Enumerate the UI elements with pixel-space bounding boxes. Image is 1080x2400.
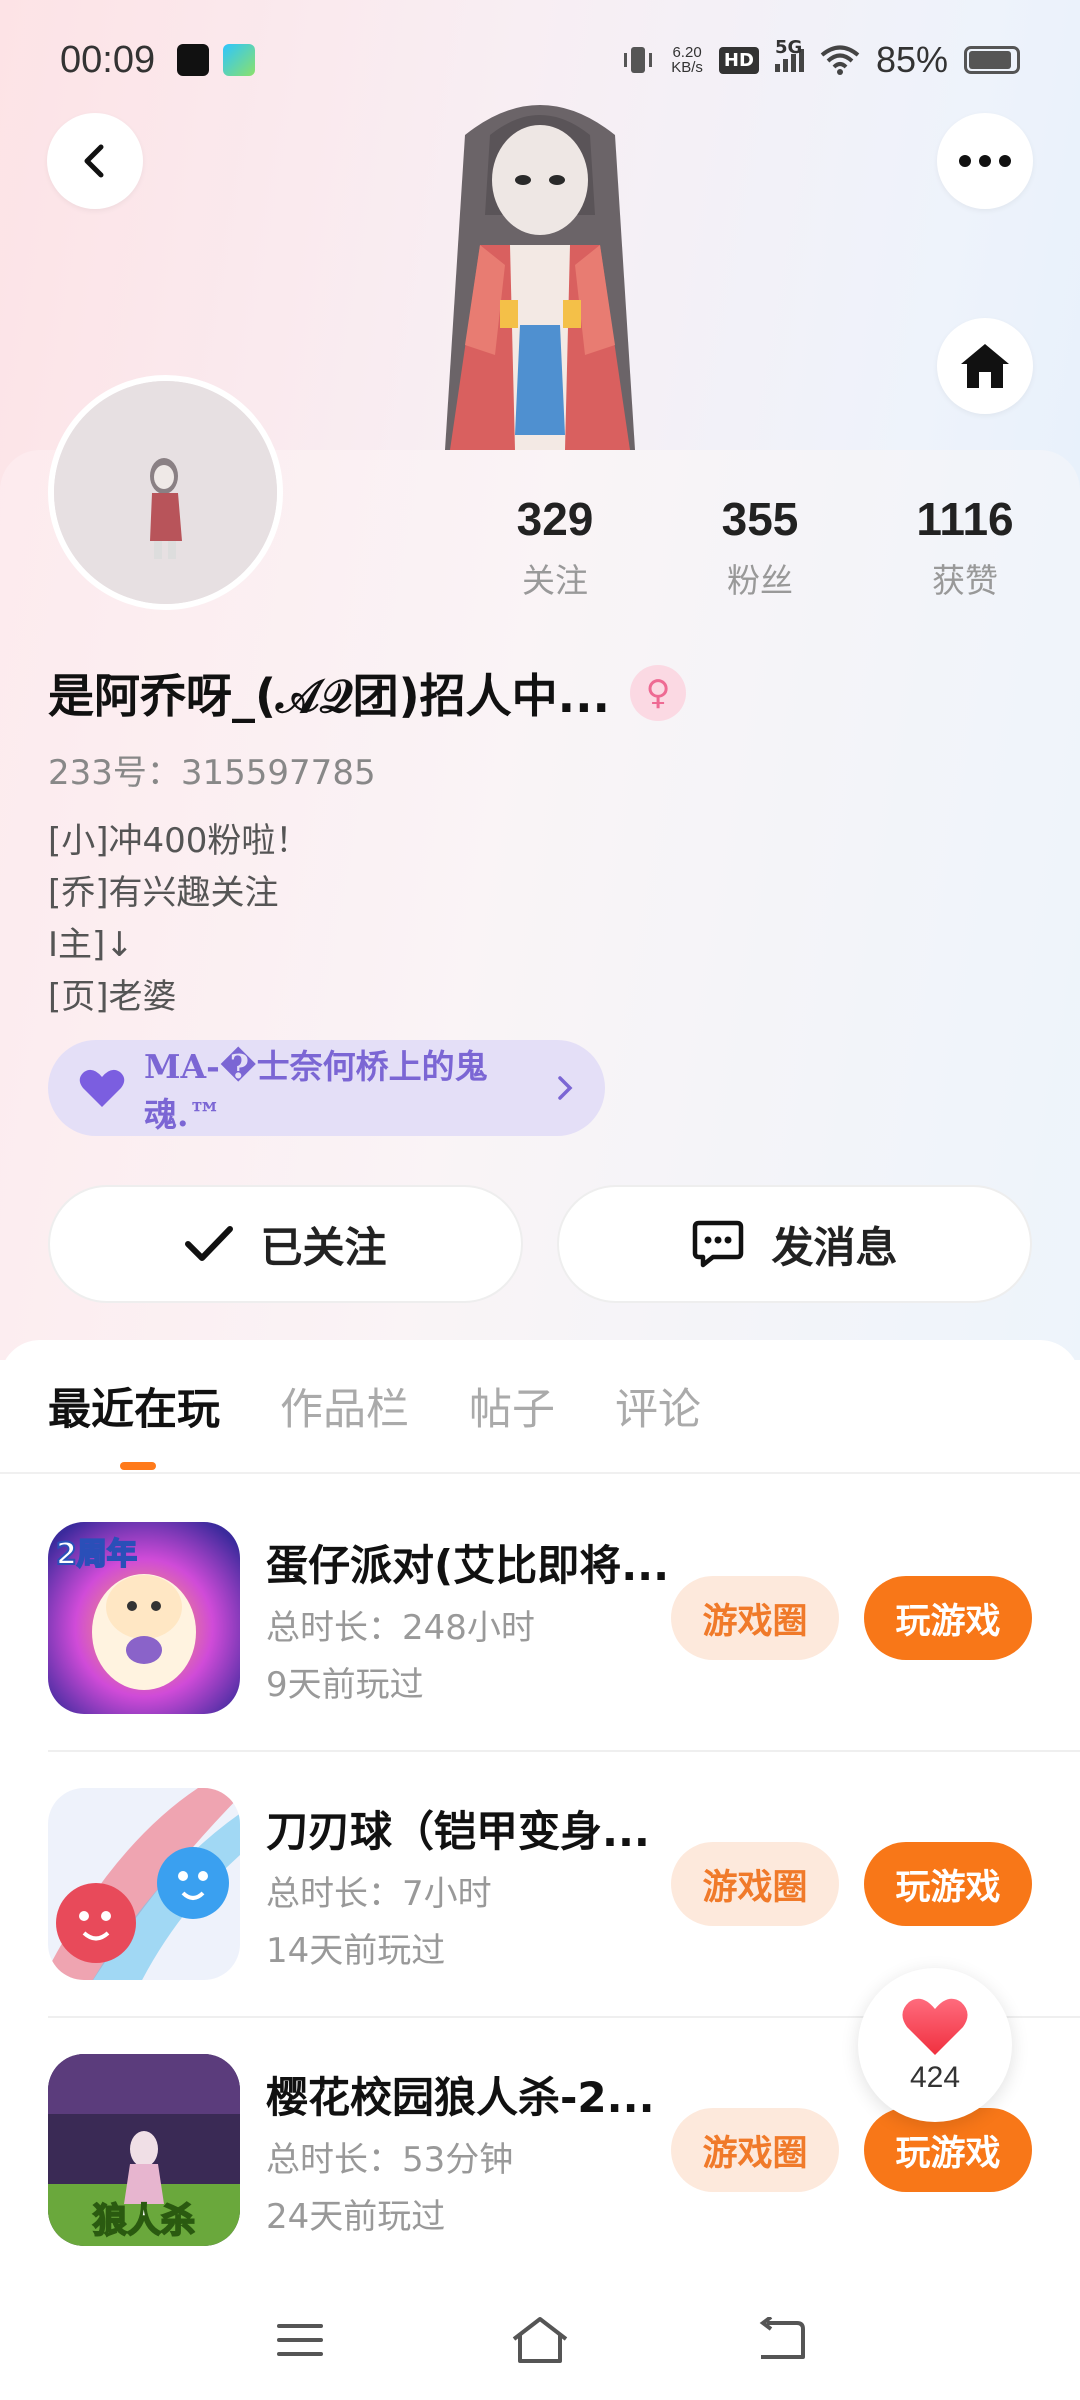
chevron-right-icon	[558, 1076, 573, 1100]
game-icon-blade-ball	[48, 1788, 240, 1980]
game-last-played: 14天前玩过	[266, 1931, 446, 1971]
stat-following[interactable]: 329 关注	[470, 490, 640, 602]
nickname-row: 是阿乔呀_(𝒜𝒬团)招人中... ♀	[48, 660, 687, 726]
system-home-button[interactable]	[500, 2300, 580, 2380]
club-name: MA-�士奈何桥上的鬼魂.™	[144, 1047, 488, 1134]
tab-posts[interactable]: 帖子	[469, 1375, 555, 1437]
home-button[interactable]	[937, 318, 1033, 414]
send-message-label: 发消息	[771, 1222, 898, 1272]
game-badge: 狼人杀	[93, 2201, 195, 2241]
battery-icon	[964, 46, 1020, 74]
user-id: 233号：315597785	[48, 753, 376, 793]
tiktok-notification-icon	[177, 44, 210, 76]
like-count: 424	[909, 2061, 961, 2094]
game-last-played: 24天前玩过	[266, 2197, 446, 2237]
more-dots-icon	[959, 155, 1011, 167]
avatar[interactable]	[48, 375, 283, 610]
play-game-button[interactable]: 玩游戏	[864, 1576, 1032, 1660]
game-duration: 总时长：248小时	[266, 1608, 535, 1648]
battery-percent: 85%	[875, 39, 948, 80]
game-circle-button[interactable]: 游戏圈	[671, 1576, 839, 1660]
character-banner-image	[445, 105, 635, 450]
network-speed-value: 6.20	[672, 44, 702, 61]
stat-value: 355	[721, 493, 799, 545]
status-time: 00:09	[60, 38, 156, 81]
recent-apps-button[interactable]	[260, 2300, 340, 2380]
game-title: 樱花校园狼人杀-2...	[266, 2073, 655, 2122]
system-back-button[interactable]	[740, 2300, 820, 2380]
bio-line: [小]冲400粉啦！	[48, 821, 310, 861]
bio: [小]冲400粉啦！ [乔]有兴趣关注 I主]↓ [页]老婆	[48, 815, 309, 1023]
stat-value: 1116	[916, 493, 1014, 545]
stat-label: 粉丝	[727, 561, 793, 600]
wifi-icon	[820, 45, 860, 75]
game-last-played: 9天前玩过	[266, 1665, 424, 1705]
more-options-button[interactable]	[937, 113, 1033, 209]
signal-icon: 5G	[774, 37, 804, 72]
like-button[interactable]: 424	[858, 1968, 1012, 2122]
network-speed-unit: KB/s	[671, 59, 703, 76]
tab-comments[interactable]: 评论	[615, 1375, 701, 1437]
heart-icon	[902, 1998, 968, 2055]
list-item[interactable]: 2周年 蛋仔派对(艾比即将... 总时长：248小时 9天前玩过 游戏圈 玩游戏	[48, 1522, 1032, 1714]
avatar-image	[54, 381, 277, 604]
network-type: 5G	[774, 36, 803, 58]
profile-stats: 329 关注 355 粉丝 1116 获赞	[470, 490, 1050, 602]
active-tab-indicator	[120, 1462, 156, 1470]
back-arrow-icon	[759, 2317, 805, 2359]
home-outline-icon	[512, 2317, 568, 2363]
game-icon-werewolf: 狼人杀	[48, 2054, 240, 2246]
stat-value: 329	[516, 493, 594, 545]
followed-button[interactable]: 已关注	[48, 1185, 523, 1303]
club-badge-button[interactable]: MA-�士奈何桥上的鬼魂.™	[48, 1040, 605, 1136]
send-message-button[interactable]: 发消息	[557, 1185, 1032, 1303]
female-gender-icon: ♀	[630, 665, 687, 721]
checkmark-icon	[185, 1226, 234, 1261]
nickname: 是阿乔呀_(𝒜𝒬团)招人中...	[48, 669, 611, 723]
back-button[interactable]	[47, 113, 143, 209]
chevron-left-icon	[84, 144, 104, 178]
stat-followers[interactable]: 355 粉丝	[675, 490, 845, 602]
game-badge: 2周年	[56, 1537, 137, 1572]
followed-label: 已关注	[260, 1222, 387, 1272]
stat-label: 获赞	[932, 561, 998, 600]
bio-line: [页]老婆	[48, 977, 177, 1017]
status-bar: 00:09 6.20 KB/s HD 5G 85%	[0, 0, 1080, 120]
list-item[interactable]: 刀刃球（铠甲变身... 总时长：7小时 14天前玩过 游戏圈 玩游戏	[48, 1788, 1032, 1980]
divider	[48, 1750, 1080, 1752]
video-app-notification-icon	[223, 44, 256, 76]
chat-bubble-icon	[693, 1220, 744, 1268]
tab-recently-played[interactable]: 最近在玩	[48, 1375, 220, 1437]
bio-line: I主]↓	[48, 925, 134, 965]
bio-line: [乔]有兴趣关注	[48, 873, 279, 913]
heart-icon	[79, 1069, 125, 1107]
game-duration: 总时长：53分钟	[266, 2140, 514, 2180]
profile-tabs: 最近在玩 作品栏 帖子 评论	[48, 1375, 701, 1437]
game-circle-button[interactable]: 游戏圈	[671, 2108, 839, 2192]
game-icon-eggy-party: 2周年	[48, 1522, 240, 1714]
divider	[0, 1472, 1080, 1474]
stat-label: 关注	[522, 561, 588, 600]
game-title: 刀刃球（铠甲变身...	[266, 1807, 650, 1856]
game-title: 蛋仔派对(艾比即将...	[266, 1541, 670, 1590]
game-circle-button[interactable]: 游戏圈	[671, 1842, 839, 1926]
home-icon	[961, 344, 1009, 388]
system-navigation-bar	[0, 2280, 1080, 2400]
tab-works[interactable]: 作品栏	[280, 1375, 409, 1437]
play-game-button[interactable]: 玩游戏	[864, 1842, 1032, 1926]
vibrate-icon	[624, 47, 653, 73]
stat-likes[interactable]: 1116 获赞	[880, 490, 1050, 602]
game-duration: 总时长：7小时	[266, 1874, 492, 1914]
menu-icon	[277, 2324, 323, 2356]
hd-icon: HD	[718, 46, 759, 74]
network-speed: 6.20 KB/s	[671, 45, 703, 75]
